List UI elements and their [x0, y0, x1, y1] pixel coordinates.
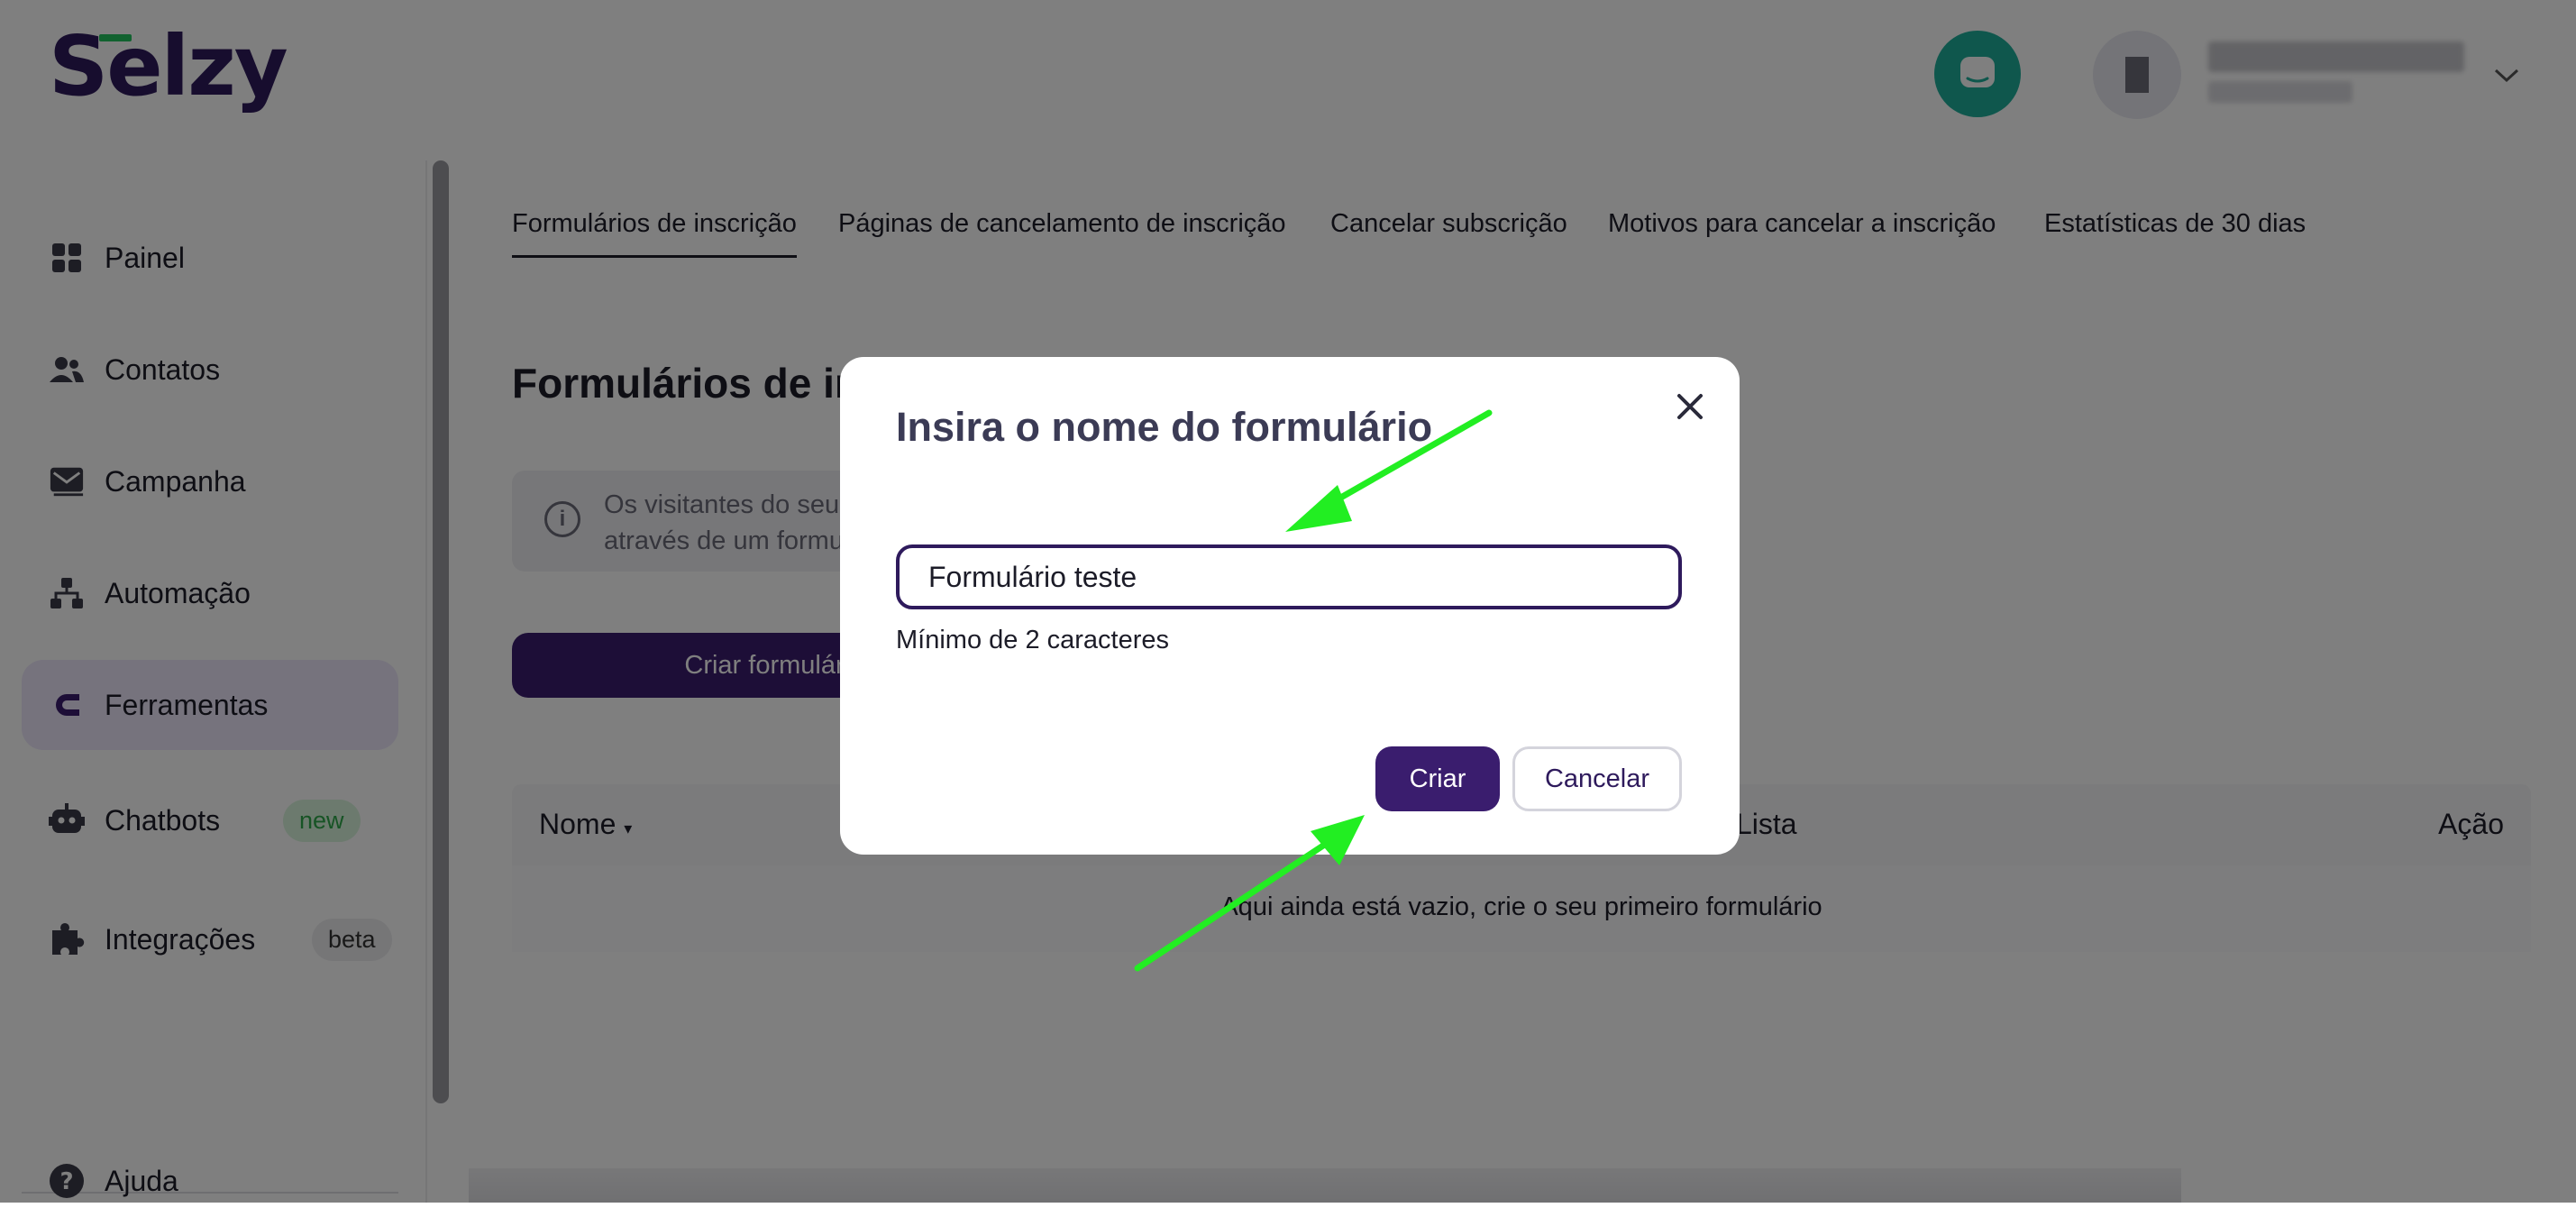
cancel-button[interactable]: Cancelar: [1512, 746, 1682, 811]
form-name-input[interactable]: [896, 544, 1682, 609]
dialog-title: Insira o nome do formulário: [896, 404, 1433, 450]
close-icon: [1677, 394, 1703, 419]
close-button[interactable]: [1667, 384, 1713, 429]
form-name-dialog: Insira o nome do formulário Mínimo de 2 …: [840, 357, 1740, 855]
input-hint: Mínimo de 2 caracteres: [896, 626, 1170, 654]
create-button[interactable]: Criar: [1375, 746, 1500, 811]
